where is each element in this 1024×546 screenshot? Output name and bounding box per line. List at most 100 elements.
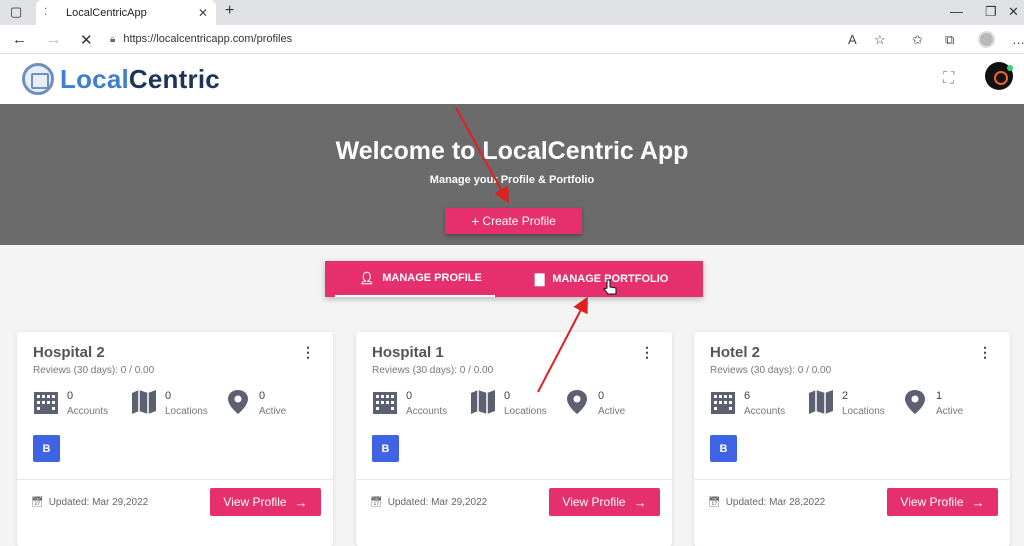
stat-label: Locations: [165, 406, 208, 417]
stat-label: Accounts: [406, 406, 448, 417]
stat-accounts: 0 Accounts: [33, 390, 108, 419]
collections-icon[interactable]: ⧉: [945, 32, 954, 48]
kebab-menu-icon[interactable]: ⋮: [640, 344, 654, 361]
folder-plus-icon: ▇: [535, 272, 545, 286]
card-title: Hotel 2: [710, 344, 761, 361]
arrow-right-icon: →: [971, 494, 985, 510]
updated-date: 📅︎ Updated: Mar 28,2022: [708, 497, 826, 508]
tab-manage-portfolio[interactable]: ▇ MANAGE PORTFOLIO: [535, 261, 695, 297]
stat-accounts: 0 Accounts: [372, 390, 447, 419]
logo-text: LocalCentric: [60, 63, 220, 94]
stat-value: 0: [504, 390, 511, 402]
building-icon: [33, 390, 67, 419]
stat-locations: 2 Locations: [808, 390, 885, 419]
profile-tabs: 👤︎ MANAGE PROFILE ▇ MANAGE PORTFOLIO: [325, 261, 703, 297]
card-divider: [694, 479, 1010, 480]
kebab-menu-icon[interactable]: ⋮: [301, 344, 315, 361]
user-avatar[interactable]: [985, 62, 1013, 90]
stat-label: Locations: [504, 406, 547, 417]
stat-label: Accounts: [744, 406, 786, 417]
calendar-icon: 📅︎: [708, 497, 721, 508]
stat-label: Locations: [842, 406, 885, 417]
updated-date: 📅︎ Updated: Mar 29,2022: [370, 497, 488, 508]
business-badge[interactable]: B: [710, 435, 737, 462]
card-title: Hospital 2: [33, 344, 105, 361]
business-badge[interactable]: B: [33, 435, 60, 462]
new-tab-icon[interactable]: +: [225, 2, 234, 20]
restore-icon[interactable]: ❐: [985, 4, 997, 20]
close-window-icon[interactable]: ✕: [1008, 4, 1019, 20]
location-pin-icon: [902, 390, 936, 419]
arrow-right-icon: →: [294, 494, 308, 510]
building-icon: [372, 390, 406, 419]
create-profile-button[interactable]: + Create Profile: [445, 208, 582, 234]
card-reviews: Reviews (30 days): 0 / 0.00: [710, 365, 832, 376]
stat-active: 0 Active: [564, 390, 625, 419]
card-reviews: Reviews (30 days): 0 / 0.00: [372, 365, 494, 376]
url-field[interactable]: 🔒︎ https://localcentricapp.com/profiles: [110, 28, 900, 50]
lock-icon: 🔒︎: [110, 33, 116, 45]
stat-value: 0: [67, 390, 74, 402]
view-profile-button[interactable]: View Profile →: [210, 488, 321, 516]
stat-active: 1 Active: [902, 390, 963, 419]
favorites-bar-icon[interactable]: ✩: [912, 32, 923, 48]
stat-locations: 0 Locations: [131, 390, 208, 419]
forward-icon[interactable]: →: [46, 31, 61, 48]
window-menu-icon[interactable]: ▢: [10, 4, 22, 20]
stat-value: 0: [165, 390, 172, 402]
tab-manage-profile[interactable]: 👤︎ MANAGE PROFILE: [335, 261, 495, 297]
person-icon: 👤︎: [359, 271, 375, 285]
stat-label: Active: [259, 406, 287, 417]
building-icon: [710, 390, 744, 419]
plus-icon: +: [471, 213, 480, 229]
view-profile-button[interactable]: View Profile →: [549, 488, 660, 516]
stat-value: 0: [406, 390, 413, 402]
calendar-icon: 📅︎: [31, 497, 44, 508]
stat-accounts: 6 Accounts: [710, 390, 785, 419]
profile-card: Hospital 2 Reviews (30 days): 0 / 0.00 ⋮…: [17, 332, 333, 546]
favorite-icon[interactable]: ☆: [874, 32, 886, 48]
view-profile-button[interactable]: View Profile →: [887, 488, 998, 516]
logo-icon: [22, 63, 54, 95]
hero-banner: Welcome to LocalCentric App Manage your …: [0, 104, 1024, 245]
browser-tab-bar: ▢ ⁚ LocalCentricApp ✕ + — ❐ ✕: [0, 0, 1024, 25]
stat-value: 1: [936, 390, 943, 402]
kebab-menu-icon[interactable]: ⋮: [978, 344, 992, 361]
card-reviews: Reviews (30 days): 0 / 0.00: [33, 365, 155, 376]
arrow-right-icon: →: [633, 494, 647, 510]
stat-label: Accounts: [67, 406, 109, 417]
app-header: LocalCentric ⛶: [0, 54, 1024, 104]
logo[interactable]: LocalCentric: [22, 63, 220, 95]
stat-active: 0 Active: [225, 390, 286, 419]
browser-tab[interactable]: ⁚ LocalCentricApp ✕: [36, 0, 216, 25]
stop-loading-icon[interactable]: ✕: [80, 31, 93, 49]
map-icon: [131, 390, 165, 419]
url-text: https://localcentricapp.com/profiles: [123, 33, 293, 45]
close-tab-icon[interactable]: ✕: [198, 6, 208, 20]
location-pin-icon: [564, 390, 598, 419]
tab-title: LocalCentricApp: [66, 6, 147, 19]
page-title: Welcome to LocalCentric App: [335, 137, 689, 165]
minimize-icon[interactable]: —: [950, 4, 963, 19]
online-status-icon: [1007, 65, 1013, 71]
stat-label: Active: [936, 406, 964, 417]
fullscreen-icon[interactable]: ⛶: [943, 70, 954, 88]
card-divider: [17, 479, 333, 480]
calendar-icon: 📅︎: [370, 497, 383, 508]
location-pin-icon: [225, 390, 259, 419]
updated-date: 📅︎ Updated: Mar 29,2022: [31, 497, 149, 508]
stat-value: 0: [598, 390, 605, 402]
map-icon: [470, 390, 504, 419]
profile-card: Hotel 2 Reviews (30 days): 0 / 0.00 ⋮ 6 A…: [694, 332, 1010, 546]
business-badge[interactable]: B: [372, 435, 399, 462]
card-title: Hospital 1: [372, 344, 444, 361]
stat-value: 6: [744, 390, 751, 402]
browser-profile-icon[interactable]: [978, 31, 995, 48]
back-icon[interactable]: ←: [12, 31, 27, 48]
card-divider: [356, 479, 672, 480]
more-icon[interactable]: …: [1012, 32, 1024, 47]
stat-label: Active: [598, 406, 626, 417]
read-aloud-icon[interactable]: A: [848, 32, 857, 47]
stat-value: 2: [842, 390, 849, 402]
address-bar: ← → ✕ 🔒︎ https://localcentricapp.com/pro…: [0, 25, 1024, 54]
